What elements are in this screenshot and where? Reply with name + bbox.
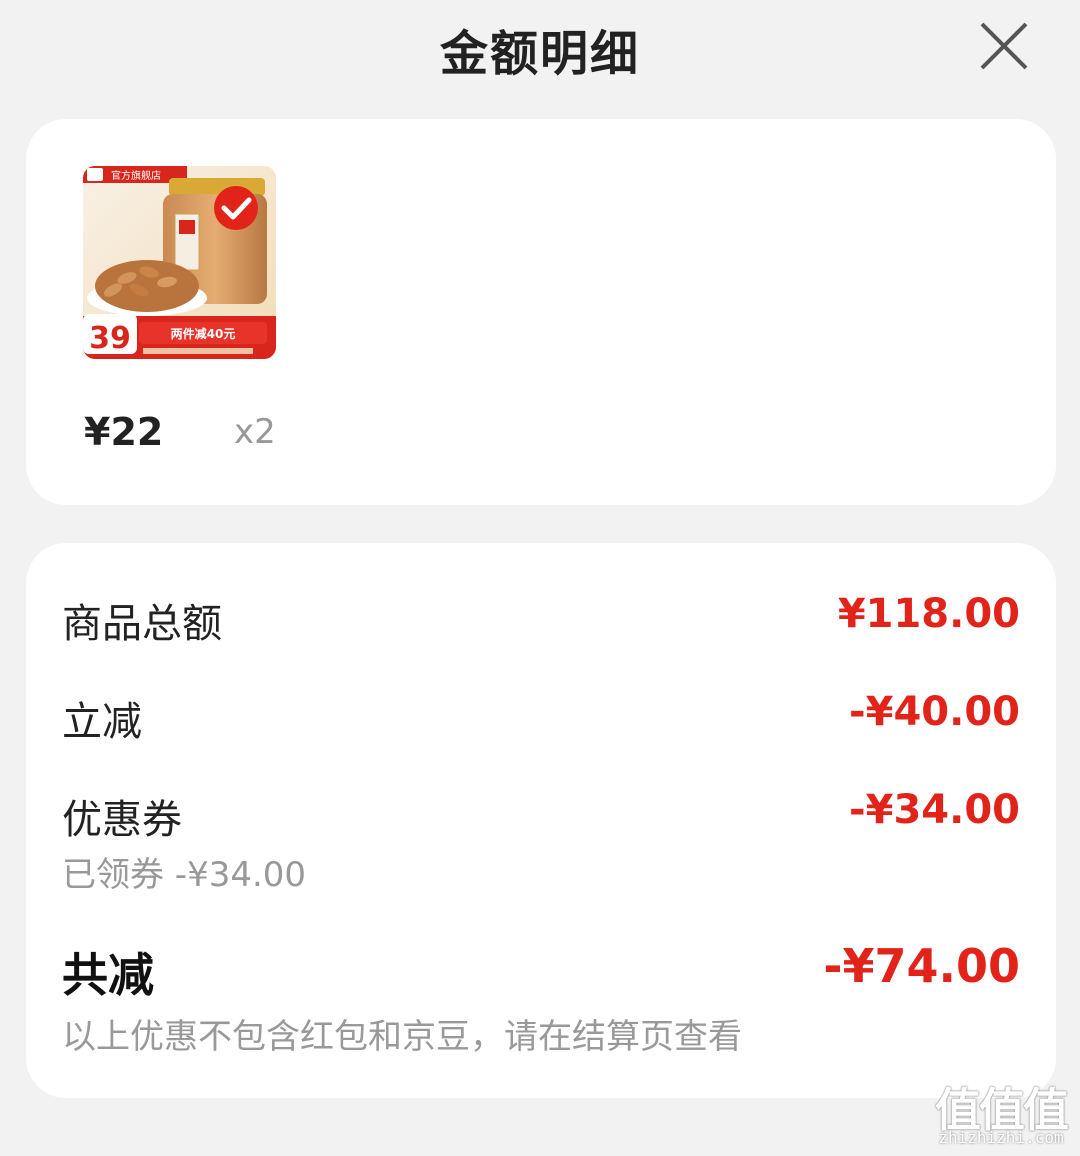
header: 金额明细 bbox=[0, 0, 1080, 100]
instant-discount-label: 立减 bbox=[62, 699, 142, 745]
coupon-claimed-note: 已领券 -¥34.00 bbox=[62, 855, 307, 895]
close-icon bbox=[980, 22, 1028, 70]
subtotal-label: 商品总额 bbox=[62, 601, 222, 647]
store-tag: 官方旗舰店 bbox=[111, 169, 161, 182]
price-badge: 39 bbox=[89, 321, 131, 356]
subtotal-value: ¥118.00 bbox=[837, 591, 1020, 637]
watermark-url: zhizhizhi.com bbox=[938, 1128, 1064, 1147]
coupon-value: -¥34.00 bbox=[849, 787, 1020, 833]
page-title: 金额明细 bbox=[439, 26, 640, 82]
amount-detail-card: 商品总额 ¥118.00 立减 -¥40.00 优惠券 -¥34.00 已领券 … bbox=[26, 543, 1056, 1098]
product-card: 官方旗舰店 39 两件减40元 ¥22 x2 bbox=[26, 119, 1056, 505]
product-image[interactable]: 官方旗舰店 39 两件减40元 bbox=[83, 166, 276, 359]
coupon-label: 优惠券 bbox=[62, 797, 182, 843]
unit-price: ¥22 bbox=[84, 410, 164, 454]
discount-note: 以上优惠不包含红包和京豆，请在结算页查看 bbox=[62, 1017, 742, 1057]
close-button[interactable] bbox=[978, 20, 1030, 72]
total-discount-value: -¥74.00 bbox=[823, 939, 1020, 993]
instant-discount-value: -¥40.00 bbox=[849, 689, 1020, 735]
total-discount-label: 共减 bbox=[62, 948, 154, 1002]
watermark: 值值值 zhizhizhi.com bbox=[928, 1074, 1074, 1150]
promo-text: 两件减40元 bbox=[171, 326, 236, 341]
quantity: x2 bbox=[234, 412, 276, 452]
